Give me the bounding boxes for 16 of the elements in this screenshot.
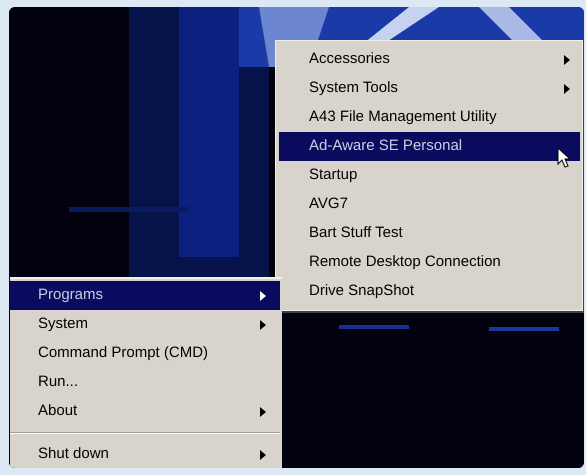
menu-item[interactable]: Drive SnapShot xyxy=(279,277,580,306)
menu-item[interactable]: Remote Desktop Connection xyxy=(279,248,580,277)
menu-item[interactable]: Startup xyxy=(279,161,580,190)
menu-item[interactable]: System Tools xyxy=(279,74,580,103)
menu-item[interactable]: Accessories xyxy=(279,45,580,74)
menu-item[interactable]: A43 File Management Utility xyxy=(279,103,580,132)
menu-item[interactable]: System xyxy=(10,310,280,339)
menu-item[interactable]: Command Prompt (CMD) xyxy=(10,339,280,368)
menu-item[interactable]: Shut down xyxy=(10,440,280,468)
menu-item[interactable]: Programs xyxy=(10,281,280,310)
menu-item[interactable]: Bart Stuff Test xyxy=(279,219,580,248)
menu-item[interactable]: Ad-Aware SE Personal xyxy=(279,132,580,161)
menu-item[interactable]: AVG7 xyxy=(279,190,580,219)
menu-item[interactable]: About xyxy=(10,397,280,426)
mouse-pointer-icon xyxy=(557,147,571,169)
menu-item[interactable]: Run... xyxy=(10,368,280,397)
